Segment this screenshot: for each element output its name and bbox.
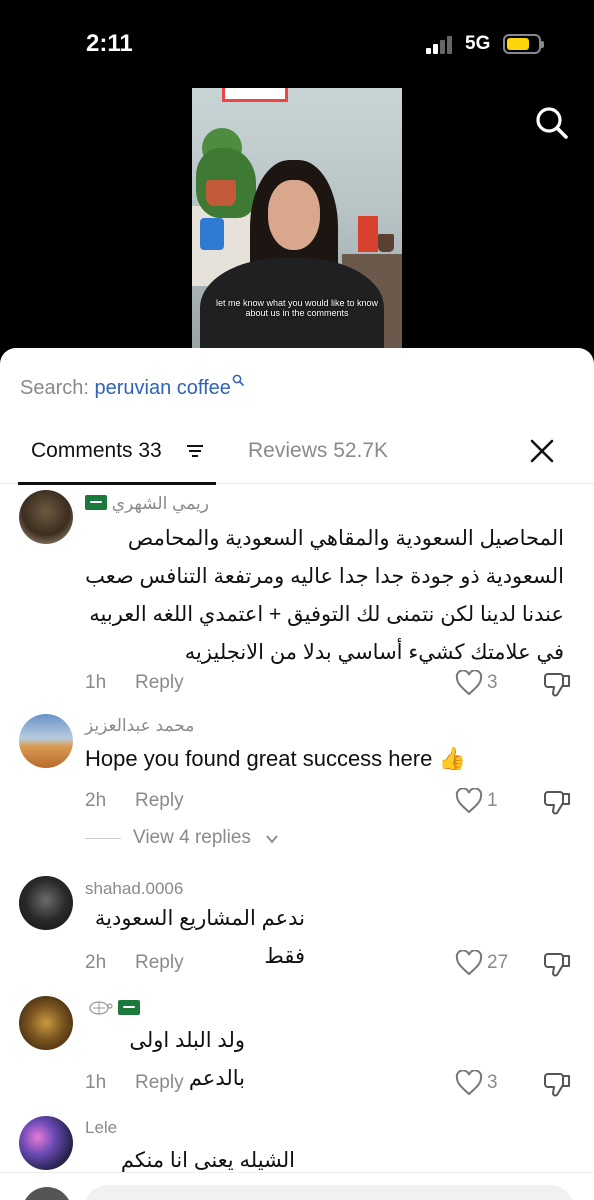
avatar[interactable] <box>19 996 73 1050</box>
close-icon[interactable] <box>529 438 555 464</box>
comment-item: محمد عبدالعزيز Hope you found great succ… <box>0 714 594 874</box>
comment-actions: 2h Reply 27 <box>85 948 585 978</box>
comment-age: 2h <box>85 952 107 973</box>
comment-username[interactable]: shahad.0006 <box>85 879 183 899</box>
heart-icon[interactable] <box>455 788 483 814</box>
comments-sheet: Search: peruvian coffee Comments 33 Revi… <box>0 348 594 1200</box>
comment-actions: 1h Reply 3 <box>85 1068 585 1098</box>
comment-actions: 1h Reply 3 <box>85 668 585 698</box>
comment-username[interactable]: محمد عبدالعزيز <box>85 716 194 736</box>
comment-age: 2h <box>85 790 107 811</box>
like-count: 27 <box>487 952 509 973</box>
network-label: 5G <box>465 33 491 54</box>
comment-item: ريمي الشهري المحاصيل السعودية والمقاهي ا… <box>0 488 594 698</box>
active-tab-indicator <box>18 482 216 485</box>
avatar[interactable] <box>19 714 73 768</box>
reply-button[interactable]: Reply <box>135 672 184 694</box>
status-time: 2:11 <box>86 30 133 57</box>
battery-icon <box>503 34 544 54</box>
heart-icon[interactable] <box>455 950 483 976</box>
comment-actions: 2h Reply 1 <box>85 786 585 816</box>
avatar <box>22 1187 72 1200</box>
comment-username[interactable]: Lele <box>85 1118 117 1138</box>
search-icon[interactable] <box>535 106 569 140</box>
tab-bar: Comments 33 Reviews 52.7K <box>0 428 594 485</box>
like-count: 1 <box>487 790 498 811</box>
video-thumbnail[interactable]: let me know what you would like to know … <box>192 88 402 350</box>
chevron-down-icon <box>266 835 278 844</box>
heart-icon[interactable] <box>455 670 483 696</box>
saudi-flag-icon <box>85 495 107 510</box>
tab-comments-label: Comments 33 <box>31 439 162 462</box>
avatar[interactable] <box>19 876 73 930</box>
saudi-flag-icon <box>117 1000 140 1015</box>
divider <box>85 838 121 839</box>
like-count: 3 <box>487 1072 498 1093</box>
reply-button[interactable]: Reply <box>135 790 184 812</box>
comment-input[interactable] <box>84 1185 574 1200</box>
comment-text: Hope you found great success here 👍 <box>85 746 466 771</box>
comment-item: ولد البلد اولى بالدعم 1h Reply 3 <box>0 996 594 1116</box>
dislike-icon[interactable] <box>543 788 571 816</box>
search-suggestion[interactable]: Search: peruvian coffee <box>20 374 244 400</box>
signal-icon <box>426 36 456 54</box>
avatar[interactable] <box>19 1116 73 1170</box>
search-prefix: Search: <box>20 377 89 399</box>
tab-reviews[interactable]: Reviews 52.7K <box>248 439 388 463</box>
tab-comments[interactable]: Comments 33 <box>18 428 216 485</box>
comment-text: المحاصيل السعودية والمقاهي السعودية والم… <box>85 527 564 664</box>
status-bar: 2:11 5G <box>0 0 594 88</box>
heart-icon[interactable] <box>455 1070 483 1096</box>
search-query[interactable]: peruvian coffee <box>95 377 231 399</box>
reply-button[interactable]: Reply <box>135 952 184 974</box>
search-small-icon <box>232 374 244 386</box>
view-replies-button[interactable]: View 4 replies <box>85 826 385 852</box>
like-count: 3 <box>487 672 498 693</box>
comment-input-bar <box>0 1172 594 1200</box>
video-caption: let me know what you would like to know … <box>215 298 379 318</box>
comment-item: Lele الشيله يعنى انا منكم وفيكم <box>0 1114 594 1200</box>
comment-item: shahad.0006 ندعم المشاريع السعودية فقط 2… <box>0 876 594 996</box>
avatar[interactable] <box>19 490 73 544</box>
dislike-icon[interactable] <box>543 670 571 698</box>
comment-age: 1h <box>85 1072 107 1093</box>
turtle-icon <box>89 1001 113 1015</box>
comment-username[interactable]: ريمي الشهري <box>85 494 209 514</box>
dislike-icon[interactable] <box>543 950 571 978</box>
reply-button[interactable]: Reply <box>135 1072 184 1094</box>
dislike-icon[interactable] <box>543 1070 571 1098</box>
comment-username[interactable] <box>85 998 140 1019</box>
comment-age: 1h <box>85 672 107 693</box>
sort-icon[interactable] <box>186 443 204 459</box>
